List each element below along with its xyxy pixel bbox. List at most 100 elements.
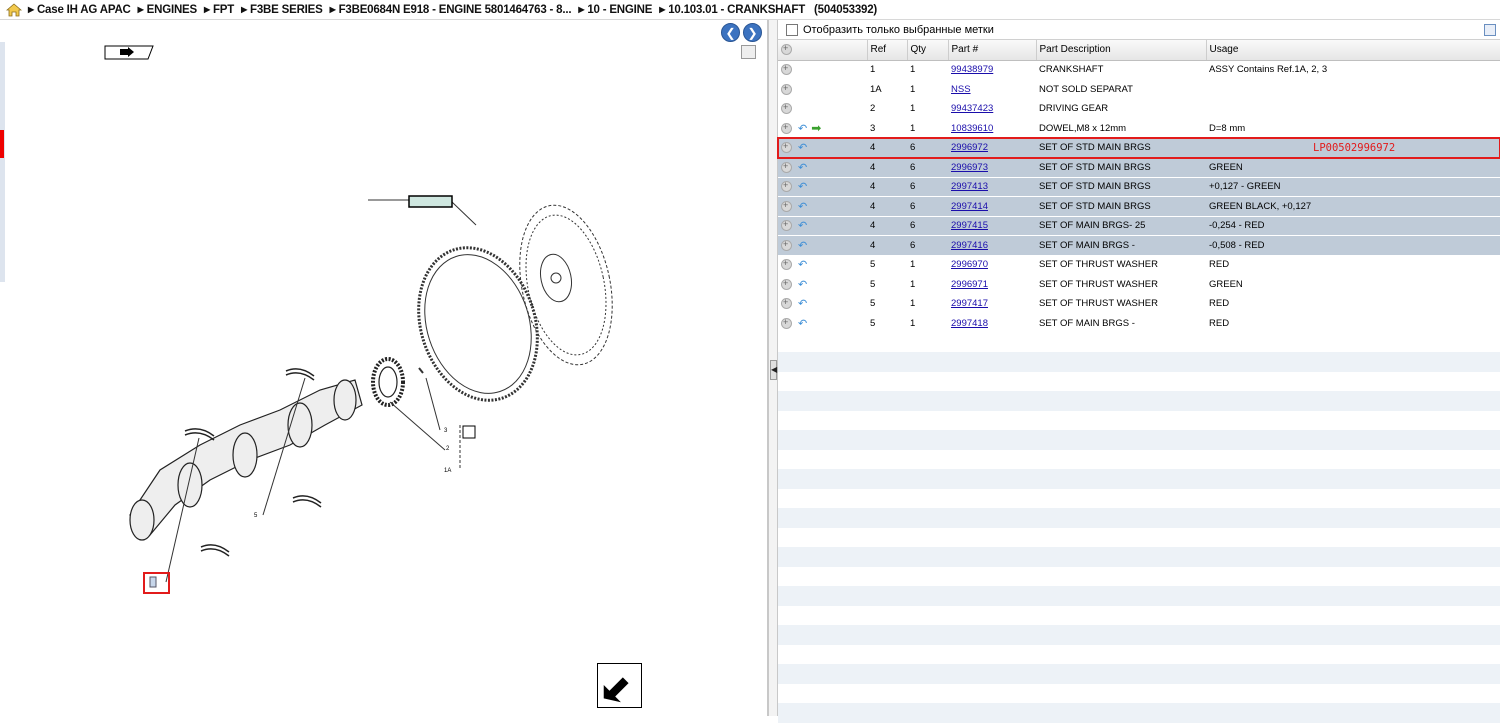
return-arrow-icon[interactable]: ↶ <box>798 161 807 174</box>
plus-circle-icon[interactable] <box>781 83 792 95</box>
part-number-link[interactable]: 2997416 <box>951 240 988 251</box>
part-number-link[interactable]: 2997415 <box>951 220 988 231</box>
plus-circle-icon[interactable] <box>781 258 792 271</box>
table-row[interactable]: ↶ 462996973 SET OF STD MAIN BRGSGREEN <box>778 157 1500 178</box>
plus-circle-icon[interactable] <box>781 63 792 76</box>
pane-splitter[interactable]: ◀ <box>768 20 778 716</box>
breadcrumb-item[interactable]: 10 - ENGINE <box>578 4 652 16</box>
header-part-description[interactable]: Part Description <box>1036 40 1207 61</box>
cell-description: SET OF MAIN BRGS - <box>1036 313 1206 334</box>
header-qty[interactable]: Qty <box>907 40 949 61</box>
return-arrow-icon[interactable]: ↶ <box>798 297 807 310</box>
return-arrow-icon[interactable]: ↶ <box>798 239 807 252</box>
plus-circle-icon[interactable] <box>781 317 792 329</box>
table-row[interactable]: ↶➡3110839610DOWEL,M8 x 12mmD=8 mm <box>778 118 1500 139</box>
table-row[interactable]: ↶ 512996970 SET OF THRUST WASHERRED <box>778 255 1500 275</box>
part-number-link[interactable]: 2997413 <box>951 181 988 192</box>
cell-usage: D=8 mm <box>1206 118 1500 139</box>
forward-arrow-icon[interactable]: ➡ <box>811 121 821 135</box>
cell-part-number: 2997414 <box>948 196 1036 217</box>
cell-ref: 4 <box>867 235 907 256</box>
empty-row <box>778 508 1500 528</box>
part-number-link[interactable]: 2996971 <box>951 279 988 290</box>
part-number-link[interactable]: 2996972 <box>951 142 988 153</box>
arrow-right-icon[interactable]: ❯ <box>743 23 762 42</box>
table-row[interactable]: ↶ 512997418 SET OF MAIN BRGS -RED <box>778 313 1500 334</box>
return-arrow-icon[interactable]: ↶ <box>798 278 807 291</box>
plus-circle-icon[interactable] <box>781 239 792 251</box>
part-number-link[interactable]: 99438979 <box>951 64 993 75</box>
table-row[interactable]: ↶ 462997415 SET OF MAIN BRGS- 25-0,254 - R… <box>778 216 1500 236</box>
table-row[interactable]: ↶ 462997413 SET OF STD MAIN BRGS+0,127 - G… <box>778 177 1500 197</box>
table-row[interactable]: 1A1NSS NOT SOLD SEPARAT <box>778 79 1500 100</box>
plus-circle-icon[interactable] <box>781 278 792 290</box>
part-number-link[interactable]: 2997414 <box>951 201 988 212</box>
cell-usage <box>1206 79 1500 100</box>
expand-all-icon[interactable] <box>781 43 792 56</box>
part-number-link[interactable]: 2996973 <box>951 162 988 173</box>
part-number-link[interactable]: 99437423 <box>951 103 993 114</box>
next-drawing-icon[interactable] <box>597 663 642 708</box>
cell-controls: ↶ <box>778 255 867 275</box>
arrow-left-icon[interactable]: ❮ <box>721 23 740 42</box>
table-row[interactable]: ↶ 512997417 SET OF THRUST WASHERRED <box>778 294 1500 314</box>
table-row[interactable]: ↶ 462997416 SET OF MAIN BRGS --0,508 - RED <box>778 235 1500 256</box>
part-number-link[interactable]: 10839610 <box>951 123 993 134</box>
plus-circle-icon[interactable] <box>781 219 792 232</box>
part-number-link[interactable]: 2997418 <box>951 318 988 329</box>
plus-circle-icon[interactable] <box>781 122 792 134</box>
breadcrumb-item[interactable]: 10.103.01 - CRANKSHAFT <box>659 4 805 16</box>
table-row[interactable]: ↶ 462996972 SET OF STD MAIN BRGS LP00502996… <box>777 137 1500 159</box>
filter-bar: Отобразить только выбранные метки <box>778 20 1500 40</box>
cell-usage: +0,127 - GREEN <box>1206 177 1500 197</box>
cell-controls <box>778 60 867 80</box>
driving-gear-drawing <box>371 357 405 407</box>
plus-circle-icon[interactable] <box>781 141 792 154</box>
plus-circle-icon[interactable] <box>781 297 792 310</box>
breadcrumb-item[interactable]: Case IH AG APAC <box>28 4 131 16</box>
cell-part-number: 10839610 <box>948 118 1036 139</box>
return-arrow-icon[interactable]: ↶ <box>798 141 807 154</box>
grid-settings-icon[interactable] <box>1484 24 1496 36</box>
home-icon[interactable] <box>6 2 22 17</box>
cell-ref: 5 <box>867 313 907 334</box>
empty-row <box>778 527 1500 547</box>
return-arrow-icon[interactable]: ↶ <box>798 317 807 330</box>
header-part-number[interactable]: Part # <box>948 40 1037 61</box>
part-number-link[interactable]: 2996970 <box>951 259 988 270</box>
empty-row <box>778 664 1500 684</box>
return-arrow-icon[interactable]: ↶ <box>798 122 807 135</box>
return-arrow-icon[interactable]: ↶ <box>798 258 807 271</box>
cell-part-number: 2997415 <box>948 216 1036 236</box>
table-row[interactable]: 1199438979CRANKSHAFTASSY Contains Ref.1A… <box>778 60 1500 80</box>
empty-rows <box>778 352 1500 723</box>
breadcrumb-item[interactable]: F3BE0684N E918 - ENGINE 5801464763 - 8..… <box>330 4 572 16</box>
show-selected-only-checkbox[interactable] <box>786 23 798 36</box>
plus-circle-icon[interactable] <box>781 200 792 212</box>
return-arrow-icon[interactable]: ↶ <box>798 180 807 193</box>
part-number-link[interactable]: 2997417 <box>951 298 988 309</box>
breadcrumb-item[interactable]: F3BE SERIES <box>241 4 323 16</box>
header-usage[interactable]: Usage <box>1206 40 1500 61</box>
collapse-handle-icon[interactable]: ◀ <box>770 360 777 380</box>
return-arrow-icon[interactable]: ↶ <box>798 200 807 213</box>
cell-ref: 1 <box>867 60 907 80</box>
table-row[interactable]: ↶ 512996971 SET OF THRUST WASHERGREEN <box>778 274 1500 295</box>
cell-usage: -0,508 - RED <box>1206 235 1500 256</box>
plus-circle-icon[interactable] <box>781 161 792 173</box>
plus-circle-icon[interactable] <box>781 102 792 115</box>
crankshaft-drawing <box>129 379 363 541</box>
table-header: Ref Qty Part # Part Description Usage <box>778 40 1500 61</box>
svg-text:2: 2 <box>446 446 450 452</box>
return-arrow-icon[interactable]: ↶ <box>798 219 807 232</box>
cell-part-number: 2997416 <box>948 235 1036 256</box>
cell-part-number: 2997417 <box>948 294 1036 314</box>
header-ref[interactable]: Ref <box>867 40 908 61</box>
table-row[interactable]: ↶ 462997414 SET OF STD MAIN BRGSGREEN BLAC… <box>778 196 1500 217</box>
plus-circle-icon[interactable] <box>781 180 792 193</box>
table-row[interactable]: 2199437423 DRIVING GEAR <box>778 99 1500 119</box>
breadcrumb-item[interactable]: ENGINES <box>138 4 198 16</box>
part-number-link[interactable]: NSS <box>951 84 971 95</box>
empty-row <box>778 683 1500 703</box>
breadcrumb-item[interactable]: FPT <box>204 4 234 16</box>
